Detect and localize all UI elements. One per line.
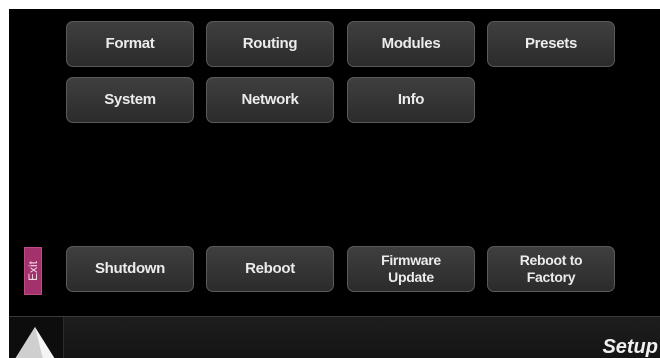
shutdown-button-label: Shutdown <box>94 260 166 277</box>
routing-button-label: Routing <box>242 35 298 52</box>
bottom-bar: Setup <box>9 316 660 358</box>
reboot-to-factory-label: Reboot to Factory <box>488 252 614 286</box>
shutdown-button[interactable]: Shutdown <box>66 246 194 292</box>
system-button-label: System <box>104 91 156 108</box>
reboot-button-label: Reboot <box>245 260 295 277</box>
setup-screen: Format Routing Modules Presets System Ne… <box>9 9 660 358</box>
modules-button[interactable]: Modules <box>347 21 475 67</box>
reboot-button[interactable]: Reboot <box>206 246 334 292</box>
presets-button[interactable]: Presets <box>487 21 615 67</box>
page-title: Setup <box>602 336 658 358</box>
info-button-label: Info <box>397 91 425 108</box>
format-button[interactable]: Format <box>66 21 194 67</box>
system-button[interactable]: System <box>66 77 194 123</box>
format-button-label: Format <box>105 35 155 52</box>
modules-button-label: Modules <box>381 35 441 52</box>
firmware-update-button[interactable]: Firmware Update <box>347 246 475 292</box>
info-button[interactable]: Info <box>347 77 475 123</box>
reboot-to-factory-button[interactable]: Reboot to Factory <box>487 246 615 292</box>
routing-button[interactable]: Routing <box>206 21 334 67</box>
network-button-label: Network <box>241 91 299 108</box>
exit-label: Exit <box>26 260 41 282</box>
triangle-icon <box>15 327 55 358</box>
exit-button[interactable]: Exit <box>24 247 42 295</box>
firmware-update-label: Firmware Update <box>348 252 474 286</box>
presets-button-label: Presets <box>524 35 578 52</box>
reboot-to-factory-label-line1: Reboot to <box>519 252 583 268</box>
reboot-to-factory-label-line2: Factory <box>526 269 576 285</box>
firmware-update-label-line2: Update <box>388 269 434 285</box>
firmware-update-label-line1: Firmware <box>381 252 441 268</box>
home-tab[interactable] <box>9 317 64 358</box>
network-button[interactable]: Network <box>206 77 334 123</box>
